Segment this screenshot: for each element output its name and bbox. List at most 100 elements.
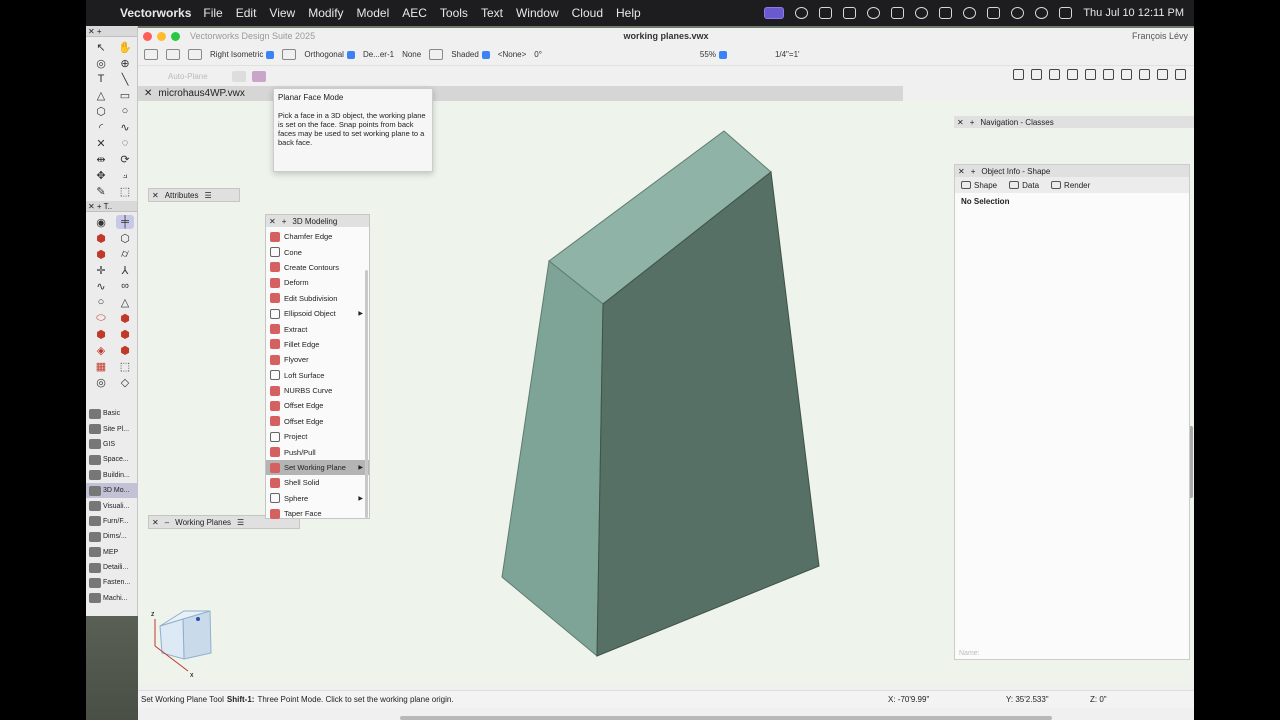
close-icon[interactable]: ✕ <box>269 217 276 226</box>
tool-item-extract[interactable]: Extract <box>266 321 369 336</box>
add-icon[interactable]: + <box>282 217 287 226</box>
attributes-palette-header[interactable]: ✕ Attributes ☰ <box>149 189 239 201</box>
tool-item-nurbs-curve[interactable]: NURBS Curve <box>266 383 369 398</box>
object-info-palette-header[interactable]: ✕ + Object Info - Shape <box>955 165 1189 177</box>
basic-palette-header[interactable]: ✕ + <box>86 26 137 37</box>
bluetooth-icon[interactable] <box>891 7 905 19</box>
toolset-space-planning[interactable]: Space... <box>86 452 138 467</box>
view-cube[interactable] <box>159 610 212 660</box>
3d-locus-icon[interactable]: ✛ <box>92 263 110 277</box>
globe-icon[interactable] <box>1175 69 1186 80</box>
toolset-dims-notes[interactable]: Dims/... <box>86 529 138 544</box>
flyover-3d-icon[interactable]: ◉ <box>92 215 110 229</box>
close-icon[interactable]: ✕ <box>957 118 964 127</box>
menu-icon[interactable]: ☰ <box>237 518 244 527</box>
planar-face-mode-icon[interactable] <box>251 70 266 82</box>
zoom-window-button[interactable] <box>171 31 180 41</box>
extrude-icon[interactable]: ⬢ <box>92 247 110 261</box>
dropbox-icon[interactable] <box>819 7 833 19</box>
scale-field[interactable]: 1/4"=1' <box>775 50 800 59</box>
extension-icon[interactable] <box>795 7 809 19</box>
shell-solid-icon[interactable]: ⬢ <box>116 311 134 325</box>
tool-item-ellipsoid[interactable]: Ellipsoid Object ▶ <box>266 306 369 321</box>
solid-left-face[interactable] <box>501 260 604 658</box>
offset-edge-icon[interactable]: ◇ <box>116 375 134 389</box>
cylinder-icon[interactable]: ⌭ <box>116 247 134 261</box>
3d-polygon-icon[interactable]: ⅄ <box>116 263 134 277</box>
class-select[interactable]: <None> <box>498 50 526 59</box>
offset-tool-icon[interactable]: ⟓ <box>116 168 134 182</box>
taper-face-icon[interactable]: ⬢ <box>116 343 134 357</box>
rectangle-tool-icon[interactable]: ▭ <box>116 88 134 102</box>
set-working-plane-tool-icon[interactable]: ╪ <box>116 215 134 229</box>
project-icon[interactable]: ⬚ <box>116 359 134 373</box>
tool-item-taper-face[interactable]: Taper Face <box>266 506 369 521</box>
back-icon[interactable] <box>144 49 158 60</box>
eyedropper-tool-icon[interactable]: ✎ <box>92 184 110 198</box>
wifi-icon[interactable] <box>1011 7 1025 19</box>
selection-tool-icon[interactable]: ↖ <box>92 40 110 54</box>
polyline-tool-icon[interactable]: △ <box>92 88 110 102</box>
close-icon[interactable]: ✕ <box>958 167 965 176</box>
menu-modify[interactable]: Modify <box>308 6 343 20</box>
menu-file[interactable]: File <box>203 6 222 20</box>
drawing-horizontal-scrollbar[interactable] <box>400 716 1052 720</box>
standard-view-select[interactable]: Right Isometric <box>210 50 275 59</box>
tool-item-offset-edge[interactable]: Offset Edge <box>266 398 369 413</box>
cone-icon[interactable]: △ <box>116 295 134 309</box>
app-menu[interactable]: Vectorworks <box>120 6 191 20</box>
mirror-tool-icon[interactable]: ⇹ <box>92 152 110 166</box>
tab-render[interactable]: Render <box>1051 181 1090 190</box>
close-window-button[interactable] <box>143 31 152 41</box>
rotate-tool-icon[interactable]: ⟳ <box>116 152 134 166</box>
none-select[interactable]: None <box>402 50 421 59</box>
menu-window[interactable]: Window <box>516 6 559 20</box>
close-tab-icon[interactable]: ✕ <box>144 88 152 99</box>
tool-item-cone[interactable]: Cone <box>266 244 369 259</box>
helix-icon[interactable]: ∞ <box>116 279 134 293</box>
view-options-icon[interactable] <box>188 49 202 60</box>
toolset-basic[interactable]: Basic <box>86 406 138 421</box>
tool-item-shell-solid[interactable]: Shell Solid <box>266 475 369 490</box>
polygon-tool-icon[interactable]: ⬡ <box>92 104 110 118</box>
pan-tool-icon[interactable]: ✋ <box>116 40 134 54</box>
loft-surface-icon[interactable]: ◈ <box>92 343 110 357</box>
sphere-icon[interactable]: ○ <box>92 295 110 309</box>
menu-edit[interactable]: Edit <box>236 6 257 20</box>
arc-tool-icon[interactable]: ◜ <box>92 120 110 134</box>
tab-data[interactable]: Data <box>1009 181 1039 190</box>
navigation-palette-header[interactable]: ✕ + Navigation - Classes <box>954 116 1194 128</box>
tool-item-loft-surface[interactable]: Loft Surface <box>266 368 369 383</box>
add-icon[interactable]: + <box>971 167 976 176</box>
text-tool-icon[interactable]: T <box>92 72 110 86</box>
tool-item-deform[interactable]: Deform <box>266 275 369 290</box>
spiral-tool-icon[interactable]: ◌ <box>116 136 134 150</box>
render-mode-select[interactable]: Shaded <box>451 50 490 59</box>
projection-select[interactable]: Orthogonal <box>304 50 355 59</box>
menu-help[interactable]: Help <box>616 6 641 20</box>
toolset-3d-modeling[interactable]: 3D Mo... <box>86 482 138 499</box>
layer-plane-select[interactable]: De...er-1 <box>363 50 394 59</box>
toolset-site-planning[interactable]: Site Pl... <box>86 421 138 436</box>
menu-view[interactable]: View <box>269 6 295 20</box>
create-contours-icon[interactable]: ▦ <box>92 359 110 373</box>
name-field[interactable]: Name: <box>959 650 980 657</box>
time-machine-icon[interactable] <box>963 7 977 19</box>
control-center-icon[interactable] <box>1059 7 1073 19</box>
zoom-field[interactable]: 55% <box>700 50 727 59</box>
toolset-visualization[interactable]: Visuali... <box>86 498 138 513</box>
toolset-fasteners[interactable]: Fasten... <box>86 575 138 590</box>
snap-working-plane-icon[interactable] <box>1139 69 1150 80</box>
menu-text[interactable]: Text <box>481 6 503 20</box>
snap-intersection-icon[interactable] <box>1067 69 1078 80</box>
freehand-tool-icon[interactable]: ∿ <box>116 120 134 134</box>
menubar-clock[interactable]: Thu Jul 10 12:11 PM <box>1083 7 1184 19</box>
battery-icon[interactable] <box>987 7 1001 19</box>
deform-icon[interactable]: ⬡ <box>116 231 134 245</box>
snap-angle-icon[interactable] <box>1049 69 1060 80</box>
minus-icon[interactable]: – <box>165 518 169 527</box>
screen-record-icon[interactable] <box>764 7 785 19</box>
tool-item-project[interactable]: Project <box>266 429 369 444</box>
attribute-mapping-tool-icon[interactable]: ⬚ <box>116 184 134 198</box>
flyover-tool-icon[interactable]: ◎ <box>92 56 110 70</box>
